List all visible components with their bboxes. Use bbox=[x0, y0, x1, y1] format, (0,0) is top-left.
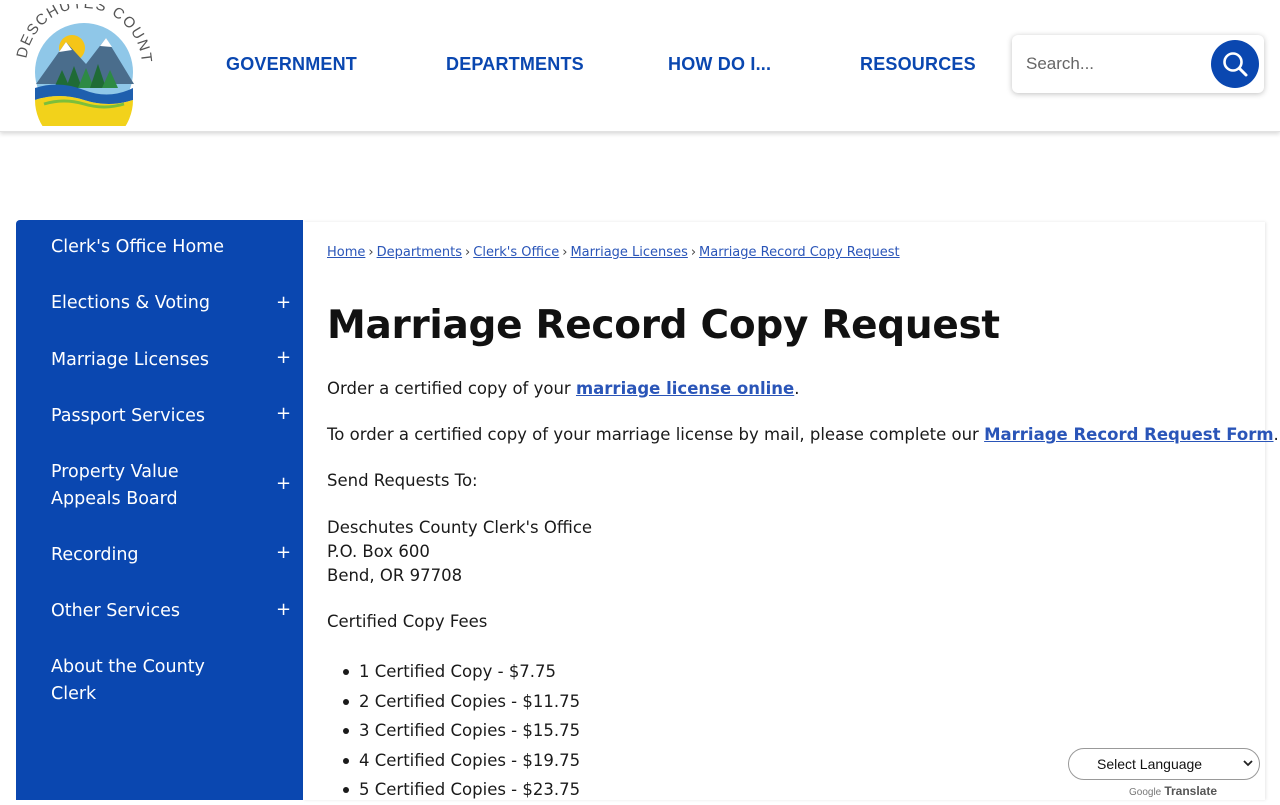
fee-item: 1 Certified Copy - $7.75 bbox=[342, 657, 580, 687]
fee-list: 1 Certified Copy - $7.75 2 Certified Cop… bbox=[342, 657, 580, 805]
nav-resources[interactable]: RESOURCES bbox=[860, 54, 976, 75]
marriage-record-request-form-link[interactable]: Marriage Record Request Form bbox=[984, 425, 1273, 444]
page-title: Marriage Record Copy Request bbox=[327, 303, 1000, 348]
sidebar-item-elections-voting[interactable]: Elections & Voting bbox=[51, 290, 271, 317]
expand-plus-icon[interactable]: + bbox=[276, 294, 291, 312]
sidebar-item-recording[interactable]: Recording bbox=[51, 542, 271, 569]
breadcrumb: Home › Departments › Clerk's Office › Marriage… bbox=[327, 245, 900, 260]
nav-how-do-i[interactable]: HOW DO I... bbox=[668, 54, 771, 75]
search-icon bbox=[1223, 52, 1248, 77]
chevron-down-icon bbox=[1243, 760, 1253, 767]
expand-plus-icon[interactable]: + bbox=[276, 475, 291, 493]
sidebar-item-about-county-clerk[interactable]: About the County Clerk bbox=[51, 654, 231, 708]
search-button[interactable] bbox=[1211, 40, 1259, 88]
expand-plus-icon[interactable]: + bbox=[276, 544, 291, 562]
address-line: P.O. Box 600 bbox=[327, 542, 430, 561]
online-order-paragraph: Order a certified copy of your marriage … bbox=[327, 377, 799, 401]
powered-by-google-translate[interactable]: Google Translate bbox=[1129, 784, 1217, 798]
breadcrumb-marriage-licenses[interactable]: Marriage Licenses bbox=[570, 245, 687, 260]
sidebar-item-other-services[interactable]: Other Services bbox=[51, 598, 271, 625]
sidebar-item-property-value-appeals-board[interactable]: Property Value Appeals Board bbox=[51, 459, 231, 513]
breadcrumb-separator: › bbox=[465, 245, 471, 260]
sidebar-nav: Clerk's Office Home Elections & Voting +… bbox=[16, 220, 303, 800]
breadcrumb-departments[interactable]: Departments bbox=[377, 245, 462, 260]
expand-plus-icon[interactable]: + bbox=[276, 601, 291, 619]
fee-item: 4 Certified Copies - $19.75 bbox=[342, 746, 580, 776]
marriage-license-online-link[interactable]: marriage license online bbox=[576, 379, 794, 398]
mail-order-paragraph: To order a certified copy of your marria… bbox=[327, 423, 1279, 447]
google-logo-text: Google bbox=[1129, 787, 1162, 798]
search-input[interactable] bbox=[1026, 51, 1206, 77]
fee-item: 5 Certified Copies - $23.75 bbox=[342, 775, 580, 805]
deschutes-county-logo[interactable]: DESCHUTES COUNTY bbox=[8, 0, 154, 149]
translate-text: Translate bbox=[1164, 784, 1218, 798]
address-line: Bend, OR 97708 bbox=[327, 566, 463, 585]
breadcrumb-separator: › bbox=[368, 245, 374, 260]
paragraph-text: Order a certified copy of your bbox=[327, 379, 576, 398]
send-requests-heading: Send Requests To: bbox=[327, 471, 478, 490]
sidebar-item-marriage-licenses[interactable]: Marriage Licenses bbox=[51, 347, 271, 374]
sidebar-item-clerks-office-home[interactable]: Clerk's Office Home bbox=[51, 234, 271, 261]
paragraph-text: To order a certified copy of your marria… bbox=[327, 425, 985, 444]
breadcrumb-separator: › bbox=[562, 245, 568, 260]
fee-item: 2 Certified Copies - $11.75 bbox=[342, 687, 580, 717]
language-select-label: Select Language bbox=[1097, 756, 1203, 772]
nav-departments[interactable]: DEPARTMENTS bbox=[446, 54, 584, 75]
fee-item: 3 Certified Copies - $15.75 bbox=[342, 716, 580, 746]
paragraph-text: . bbox=[794, 379, 800, 398]
sidebar-item-passport-services[interactable]: Passport Services bbox=[51, 403, 271, 430]
address-line: Deschutes County Clerk's Office bbox=[327, 518, 593, 537]
breadcrumb-separator: › bbox=[690, 245, 697, 260]
breadcrumb-current-page[interactable]: Marriage Record Copy Request bbox=[699, 245, 900, 260]
language-select[interactable]: Select Language bbox=[1068, 748, 1260, 780]
breadcrumb-clerks-office[interactable]: Clerk's Office bbox=[473, 245, 559, 260]
expand-plus-icon[interactable]: + bbox=[276, 349, 291, 367]
expand-plus-icon[interactable]: + bbox=[276, 405, 291, 423]
nav-government[interactable]: GOVERNMENT bbox=[226, 54, 357, 75]
paragraph-text: . bbox=[1273, 425, 1279, 444]
site-header: DESCHUTES COUNTY GOVERNMENT DEPARTMENTS … bbox=[0, 0, 1280, 149]
fees-heading: Certified Copy Fees bbox=[327, 612, 488, 631]
breadcrumb-home[interactable]: Home bbox=[327, 245, 365, 260]
